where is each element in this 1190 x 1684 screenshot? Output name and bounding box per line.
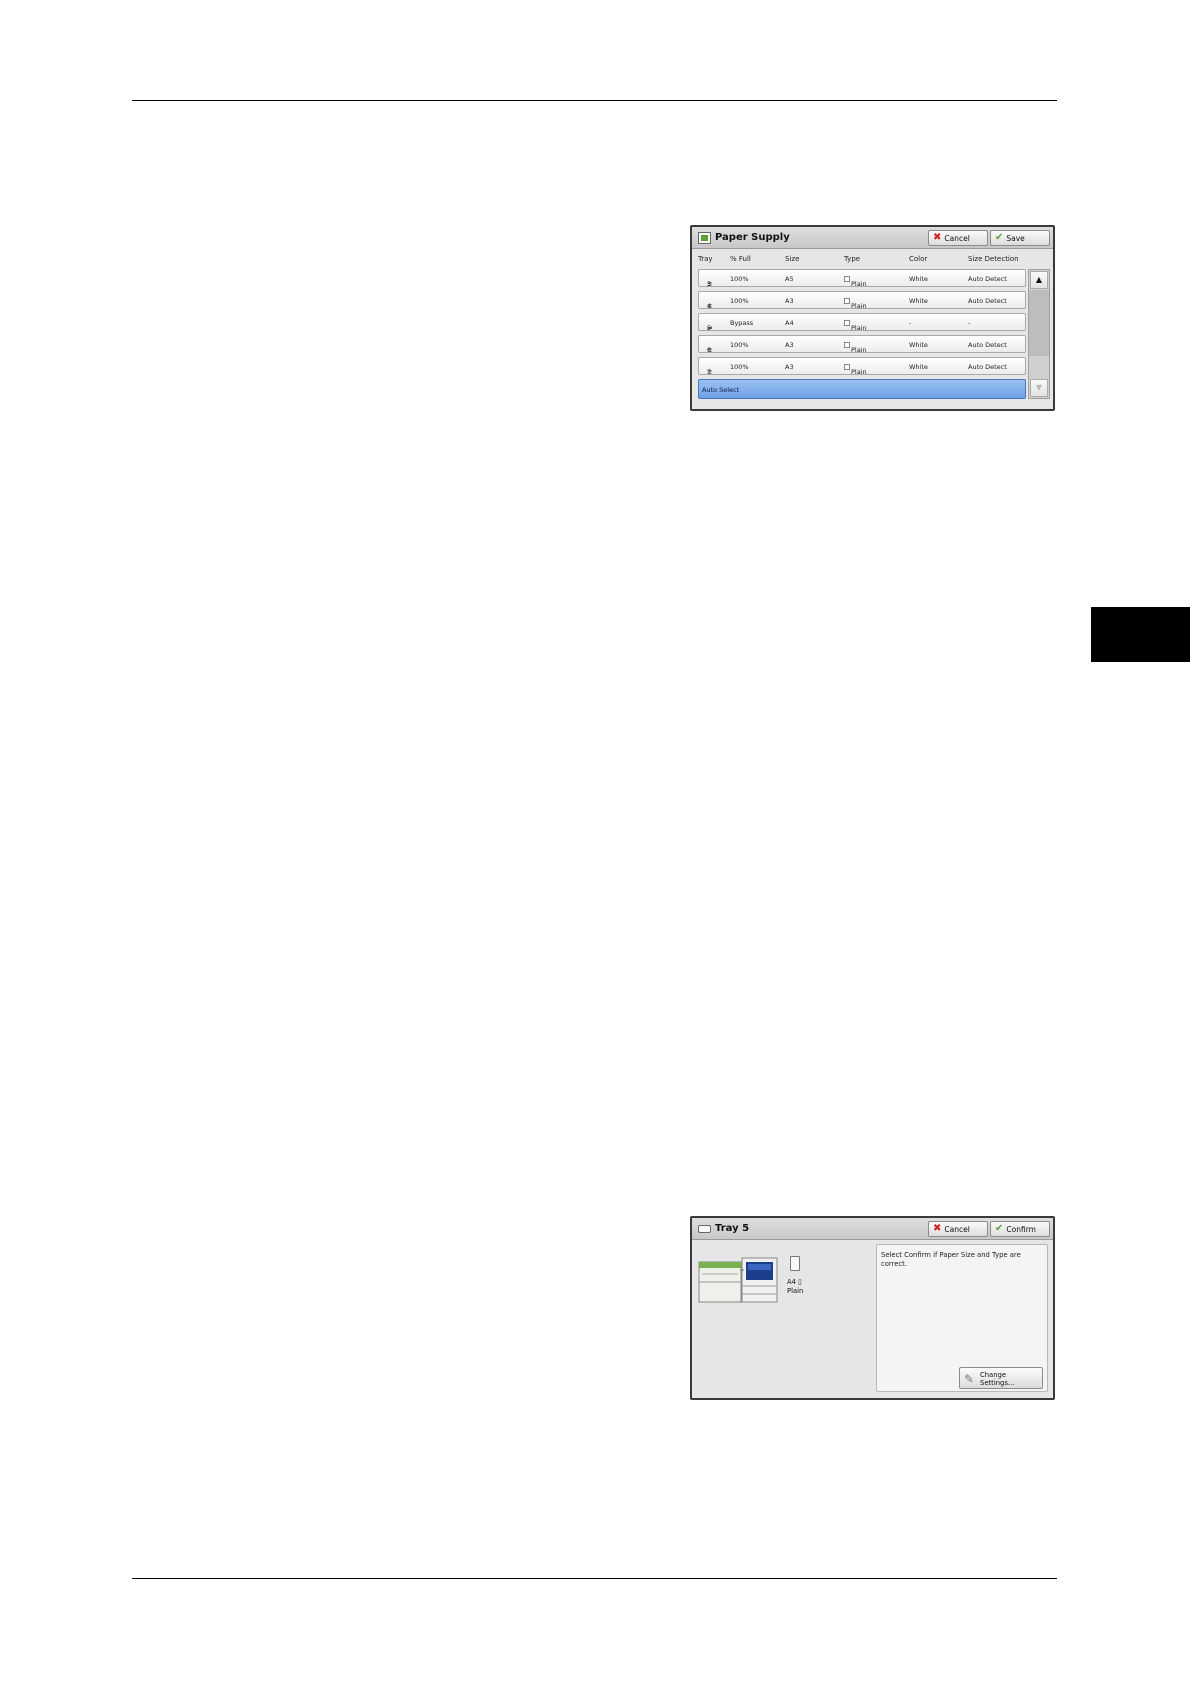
- printer-illustration-icon: [698, 1257, 778, 1303]
- paper-type: Plain: [787, 1287, 804, 1295]
- row-type: Plain: [851, 324, 867, 332]
- row-detection: Auto Detect: [968, 363, 1007, 371]
- row-detection: Auto Detect: [968, 297, 1007, 305]
- col-tray: Tray: [698, 255, 713, 263]
- row-color: -: [909, 319, 912, 327]
- auto-select-row[interactable]: Auto Select: [698, 379, 1026, 399]
- check-icon: ✔: [995, 232, 1004, 243]
- cancel-icon: ✖: [933, 1223, 942, 1234]
- row-color: White: [909, 275, 928, 283]
- message-panel: Select Confirm if Paper Size and Type ar…: [876, 1244, 1048, 1392]
- row-full: 100%: [730, 275, 749, 283]
- tray5-screen: Tray 5 ✖ Cancel ✔ Confirm A4 ▯ Plain Sel…: [690, 1216, 1055, 1400]
- col-detection: Size Detection: [968, 255, 1019, 263]
- cancel-button-label: Cancel: [944, 233, 970, 243]
- cancel-icon: ✖: [933, 232, 942, 243]
- row-size: A3: [785, 297, 794, 305]
- tray5-titlebar: Tray 5 ✖ Cancel ✔ Confirm: [692, 1218, 1053, 1240]
- scrollbar[interactable]: ▲ ▼: [1028, 269, 1050, 399]
- row-type: Plain: [851, 302, 867, 310]
- tray-row-7[interactable]: 7 ≡ 100% A3 Plain White Auto Detect: [698, 357, 1026, 376]
- row-size: A3: [785, 341, 794, 349]
- tray5-title: Tray 5: [715, 1223, 750, 1234]
- paper-size: A4: [787, 1278, 796, 1286]
- chapter-tab: [1091, 607, 1190, 662]
- col-type: Type: [844, 255, 861, 263]
- tray-row-6[interactable]: 6 ≡ 100% A3 Plain White Auto Detect: [698, 335, 1026, 354]
- tools-icon: ✎: [964, 1372, 975, 1386]
- row-size: A5: [785, 275, 794, 283]
- paper-icon: [844, 364, 850, 370]
- tray-icon: ≡: [707, 302, 713, 310]
- auto-select-label: Auto Select: [702, 386, 740, 394]
- save-button-label: Save: [1006, 233, 1025, 243]
- row-size: A4: [785, 319, 794, 327]
- row-full: 100%: [730, 297, 749, 305]
- row-color: White: [909, 297, 928, 305]
- row-size: A3: [785, 363, 794, 371]
- table-header: Tray % Full Size Type Color Size Detecti…: [692, 249, 1053, 267]
- col-full: % Full: [730, 255, 751, 263]
- tray-row-4[interactable]: 4 ≡ 100% A3 Plain White Auto Detect: [698, 291, 1026, 310]
- paper-supply-screen: Paper Supply ✖ Cancel ✔ Save Tray % Full…: [690, 225, 1055, 411]
- paper-icon: [844, 320, 850, 326]
- col-color: Color: [909, 255, 928, 263]
- tray-list: 3 ≡ 100% A5 Plain White Auto Detect 4 ≡ 10…: [692, 267, 1053, 407]
- col-size: Size: [785, 255, 800, 263]
- row-full: 100%: [730, 341, 749, 349]
- row-type: Plain: [851, 346, 867, 354]
- paper-icon: [844, 298, 850, 304]
- confirm-message: Select Confirm if Paper Size and Type ar…: [881, 1251, 1021, 1268]
- change-settings-label: Change Settings...: [980, 1371, 1015, 1387]
- check-icon: ✔: [995, 1223, 1004, 1234]
- row-color: White: [909, 341, 928, 349]
- paper-sheet-icon: [790, 1256, 800, 1271]
- paper-supply-title: Paper Supply: [715, 232, 790, 243]
- tray-row-5[interactable]: 5 ⇌ Bypass A4 Plain - -: [698, 313, 1026, 332]
- paper-icon: [844, 276, 850, 282]
- bypass-tray-icon: ⇌: [707, 324, 713, 332]
- row-detection: -: [968, 319, 971, 327]
- row-full: 100%: [730, 363, 749, 371]
- row-full: Bypass: [730, 319, 754, 327]
- top-rule: [132, 100, 1057, 101]
- orientation-icon: ▯: [798, 1278, 802, 1286]
- row-type: Plain: [851, 280, 867, 288]
- paper-supply-titlebar: Paper Supply ✖ Cancel ✔ Save: [692, 227, 1053, 249]
- row-detection: Auto Detect: [968, 341, 1007, 349]
- scroll-up-button[interactable]: ▲: [1030, 271, 1048, 289]
- scroll-down-button[interactable]: ▼: [1030, 379, 1048, 397]
- paper-supply-icon: [698, 231, 711, 244]
- cancel-button-label: Cancel: [944, 1224, 970, 1234]
- tray-icon: ≡: [707, 280, 713, 288]
- tray-icon: ≡: [707, 346, 713, 354]
- tray-icon: [698, 1224, 711, 1233]
- bottom-rule: [132, 1578, 1057, 1579]
- paper-info: A4 ▯ Plain: [787, 1278, 803, 1296]
- tray-icon: ≡: [707, 368, 713, 376]
- save-button[interactable]: ✔ Save: [990, 230, 1050, 246]
- row-detection: Auto Detect: [968, 275, 1007, 283]
- cancel-button[interactable]: ✖ Cancel: [928, 1221, 988, 1237]
- row-type: Plain: [851, 368, 867, 376]
- scroll-thumb[interactable]: [1029, 290, 1049, 356]
- confirm-button-label: Confirm: [1006, 1224, 1036, 1234]
- tray5-body: A4 ▯ Plain Select Confirm if Paper Size …: [692, 1240, 1053, 1396]
- row-color: White: [909, 363, 928, 371]
- change-settings-button[interactable]: ✎ Change Settings...: [959, 1367, 1043, 1389]
- tray-row-3[interactable]: 3 ≡ 100% A5 Plain White Auto Detect: [698, 269, 1026, 288]
- paper-icon: [844, 342, 850, 348]
- confirm-button[interactable]: ✔ Confirm: [990, 1221, 1050, 1237]
- cancel-button[interactable]: ✖ Cancel: [928, 230, 988, 246]
